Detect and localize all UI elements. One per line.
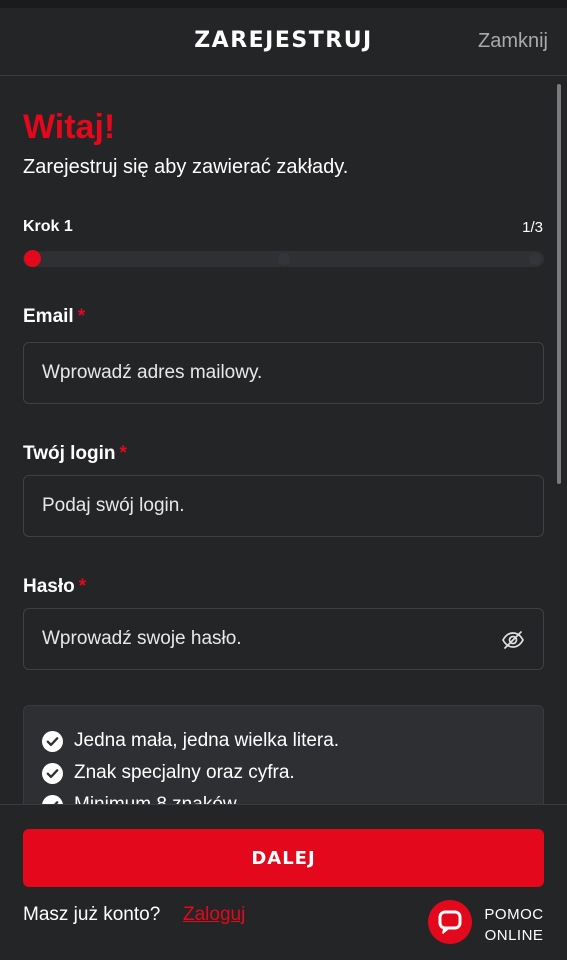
login-field[interactable] bbox=[24, 476, 543, 536]
required-mark: * bbox=[77, 306, 86, 327]
password-label: Hasło * bbox=[23, 576, 86, 598]
email-field[interactable] bbox=[24, 343, 543, 403]
password-rule-text: Jedna mała, jedna wielka litera. bbox=[74, 730, 340, 751]
password-field-wrapper bbox=[23, 608, 544, 670]
help-label-line2: ONLINE bbox=[484, 927, 544, 944]
close-button[interactable]: Zamknij bbox=[478, 30, 548, 53]
password-rule: Jedna mała, jedna wielka litera. bbox=[42, 730, 339, 752]
login-link[interactable]: Zaloguj bbox=[183, 904, 245, 926]
progress-dot-step-2 bbox=[278, 253, 290, 265]
next-button[interactable]: DALEJ bbox=[23, 829, 544, 887]
required-mark: * bbox=[119, 443, 127, 464]
welcome-heading: Witaj! bbox=[23, 108, 116, 146]
account-prompt: Masz już konto? bbox=[23, 904, 161, 925]
status-strip bbox=[0, 0, 567, 8]
email-label-text: Email bbox=[23, 306, 74, 327]
password-rule: Znak specjalny oraz cyfra. bbox=[42, 762, 295, 784]
email-label: Email * bbox=[23, 306, 85, 328]
login-field-wrapper bbox=[23, 475, 544, 537]
step-label: Krok 1 bbox=[23, 218, 73, 235]
scrollbar[interactable] bbox=[557, 84, 561, 484]
header: ZAREJESTRUJ Zamknij bbox=[0, 8, 567, 76]
check-circle-icon bbox=[42, 762, 63, 784]
help-chat-button[interactable] bbox=[428, 900, 472, 944]
password-label-text: Hasło bbox=[23, 576, 75, 597]
login-label-text: Twój login bbox=[23, 443, 116, 464]
login-label: Twój login * bbox=[23, 443, 127, 465]
step-counter: 1/3 bbox=[522, 219, 543, 236]
eye-off-icon[interactable] bbox=[501, 628, 525, 652]
help-label-line1: POMOC bbox=[484, 906, 544, 923]
progress-dot-step-1 bbox=[24, 250, 41, 267]
welcome-subtitle: Zarejestruj się aby zawierać zakłady. bbox=[23, 156, 349, 178]
password-field[interactable] bbox=[24, 609, 543, 669]
email-field-wrapper bbox=[23, 342, 544, 404]
help-online-label[interactable]: POMOC ONLINE bbox=[482, 904, 546, 946]
required-mark: * bbox=[78, 576, 87, 597]
chat-bubble-icon bbox=[438, 910, 462, 934]
form-scroll-area bbox=[0, 77, 567, 804]
password-rule-text: Znak specjalny oraz cyfra. bbox=[74, 762, 295, 783]
check-circle-icon bbox=[42, 730, 63, 752]
progress-dot-step-3 bbox=[529, 253, 541, 265]
